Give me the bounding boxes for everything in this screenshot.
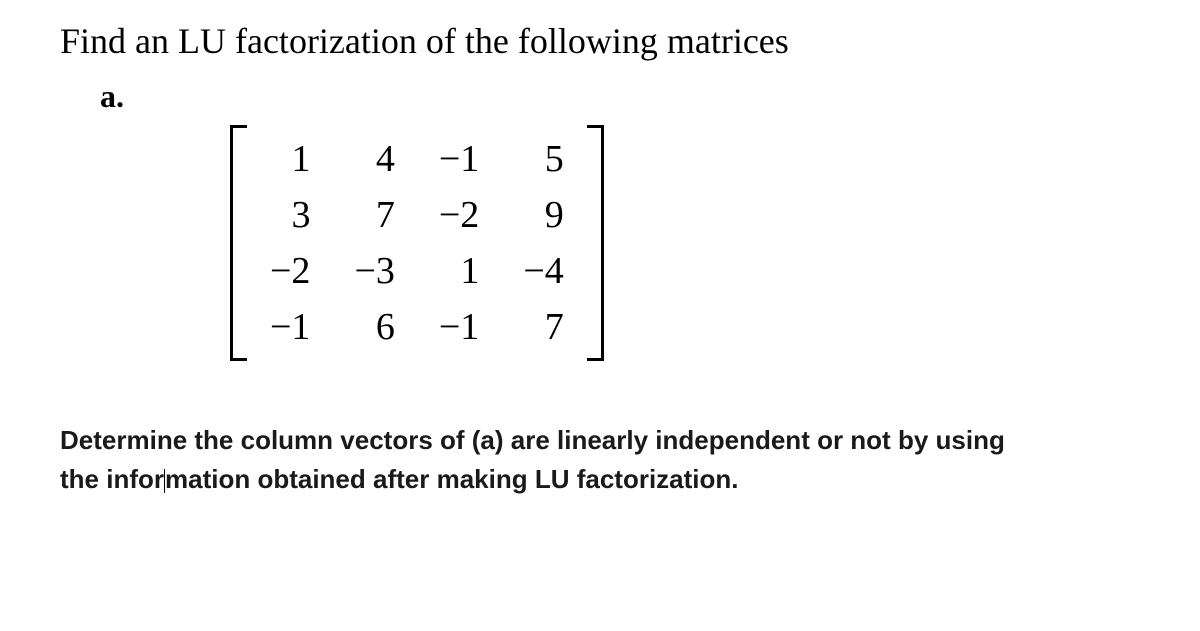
matrix-cell: −4 <box>501 243 585 299</box>
matrix-brackets: 1 4 −1 5 3 7 −2 9 −2 −3 1 −4 −1 6 −1 7 <box>230 125 604 361</box>
subpart-label: a. <box>100 78 1140 115</box>
matrix-cell: −2 <box>417 187 501 243</box>
matrix-row: 3 7 −2 9 <box>248 187 586 243</box>
matrix-cell: 4 <box>332 131 416 187</box>
matrix-cell: −1 <box>417 299 501 355</box>
matrix-cell: 5 <box>501 131 585 187</box>
matrix-row: −1 6 −1 7 <box>248 299 586 355</box>
matrix-cell: 7 <box>501 299 585 355</box>
matrix-cell: 1 <box>248 131 332 187</box>
matrix-cell: 6 <box>332 299 416 355</box>
matrix-cell: 1 <box>417 243 501 299</box>
matrix-row: −2 −3 1 −4 <box>248 243 586 299</box>
matrix-table: 1 4 −1 5 3 7 −2 9 −2 −3 1 −4 −1 6 −1 7 <box>248 131 586 355</box>
matrix-cell: −3 <box>332 243 416 299</box>
question-line2a: the infor <box>60 464 164 494</box>
matrix-container: 1 4 −1 5 3 7 −2 9 −2 −3 1 −4 −1 6 −1 7 <box>230 125 1140 361</box>
matrix-cell: 9 <box>501 187 585 243</box>
page-title: Find an LU factorization of the followin… <box>60 20 1140 62</box>
matrix-cell: 7 <box>332 187 416 243</box>
question-text: Determine the column vectors of (a) are … <box>60 421 1140 499</box>
matrix-cell: 3 <box>248 187 332 243</box>
question-line2b: mation obtained after making LU factoriz… <box>165 464 739 494</box>
question-line1: Determine the column vectors of (a) are … <box>60 425 1005 455</box>
matrix-row: 1 4 −1 5 <box>248 131 586 187</box>
matrix-cell: −2 <box>248 243 332 299</box>
matrix-cell: −1 <box>248 299 332 355</box>
matrix-cell: −1 <box>417 131 501 187</box>
